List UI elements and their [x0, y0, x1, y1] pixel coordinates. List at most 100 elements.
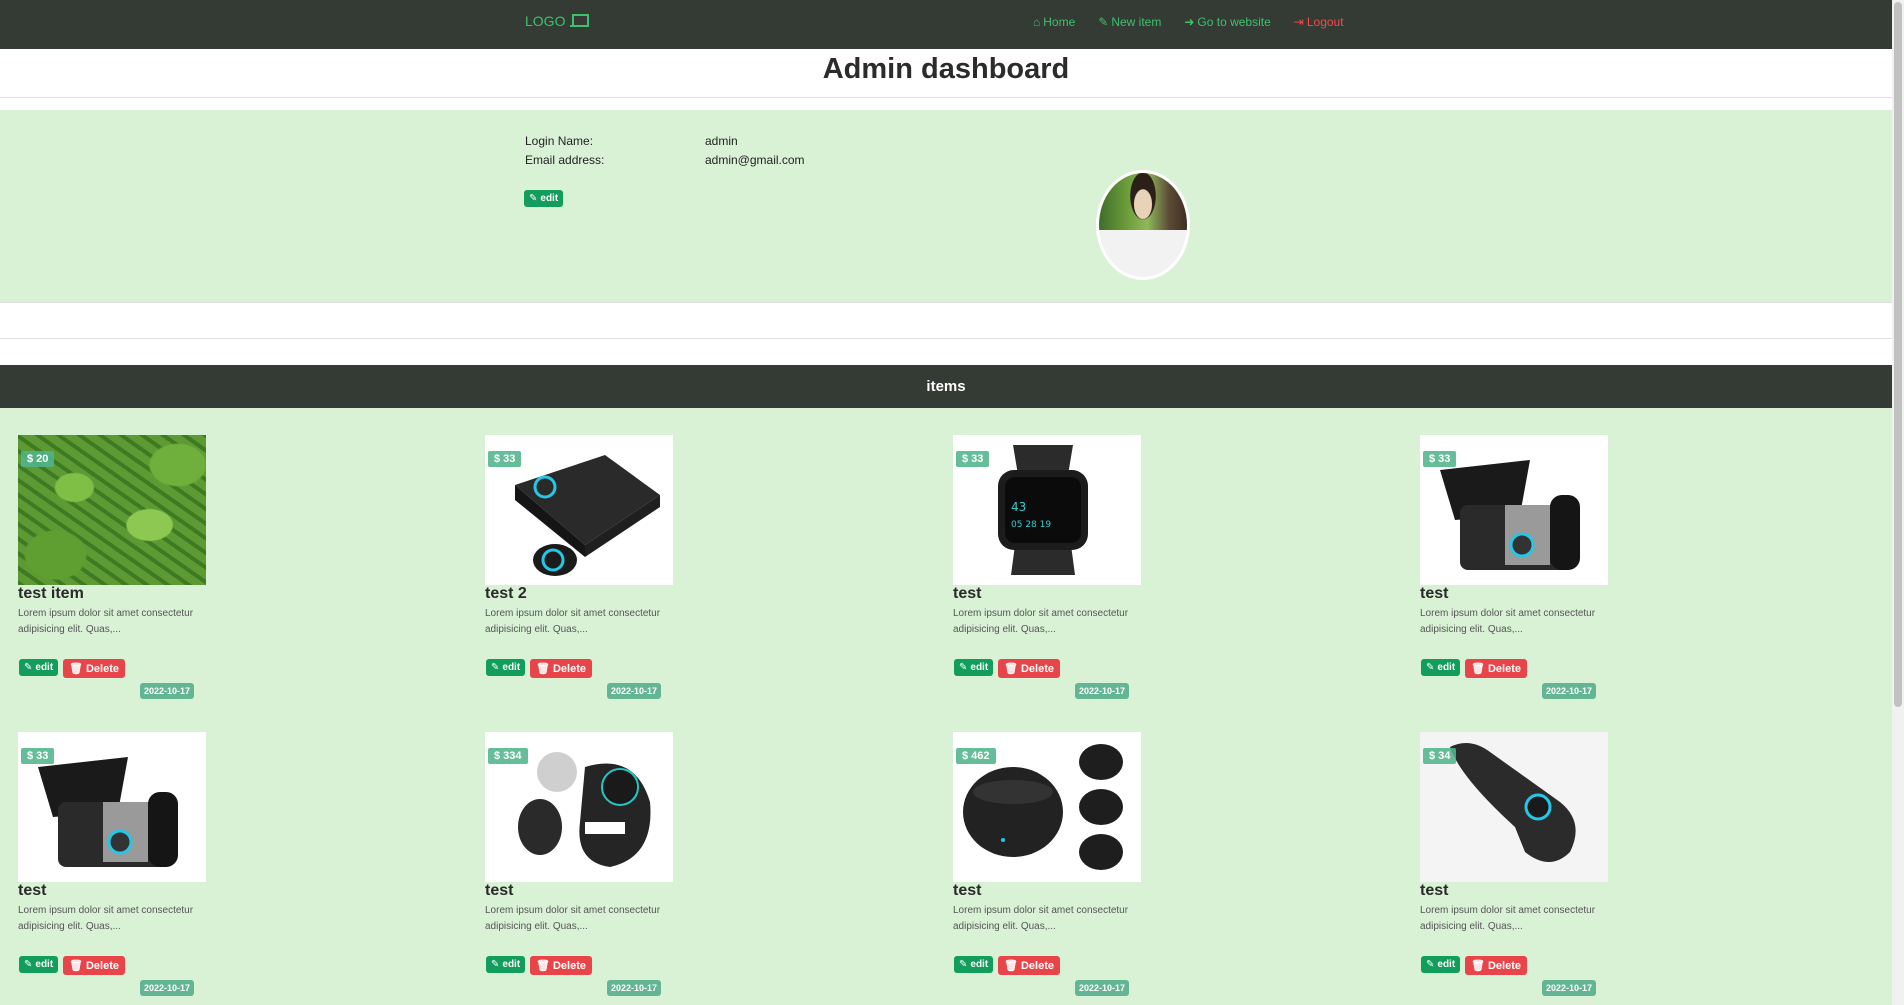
trash-icon: 🗑 — [69, 960, 83, 972]
date-badge: 2022-10-17 — [140, 980, 195, 996]
nav-home[interactable]: ⌂ Home — [1033, 15, 1075, 29]
page: LOGO ⌂ Home ✎ New item ➜ Go to website ⇥… — [0, 0, 1904, 1005]
edit-icon: ✎ — [959, 959, 968, 970]
item-title: test — [1420, 882, 1449, 899]
logo-text: LOGO — [525, 13, 566, 29]
item-edit-label: edit — [1437, 959, 1456, 970]
item-delete-button[interactable]: 🗑 Delete — [1465, 659, 1527, 678]
item-delete-label: Delete — [1487, 662, 1521, 675]
item-delete-label: Delete — [1020, 959, 1054, 972]
edit-icon: ✎ — [491, 662, 500, 673]
edit-icon: ✎ — [1426, 662, 1435, 673]
scrollbar[interactable] — [1892, 0, 1904, 1005]
price-badge: $ 20 — [21, 451, 55, 467]
edit-icon: ✎ — [1426, 959, 1435, 970]
date-badge: 2022-10-17 — [1542, 980, 1597, 996]
date-badge: 2022-10-17 — [607, 683, 662, 699]
price-badge: $ 33 — [488, 451, 522, 467]
item-edit-button[interactable]: ✎ edit — [486, 956, 526, 973]
item-edit-button[interactable]: ✎ edit — [954, 659, 994, 676]
nav-menu: ⌂ Home ✎ New item ➜ Go to website ⇥ Logo… — [1033, 15, 1344, 29]
item-card: 43 05 28 19 $ 33 test Lorem ipsum dolor … — [953, 435, 1313, 725]
item-delete-button[interactable]: 🗑 Delete — [998, 659, 1060, 678]
profile-panel: Login Name: admin Email address: admin@g… — [0, 110, 1892, 302]
item-image[interactable]: $ 334 — [485, 732, 673, 882]
price-badge: $ 334 — [488, 748, 528, 764]
item-delete-button[interactable]: 🗑 Delete — [63, 659, 125, 678]
trash-icon: 🗑 — [69, 663, 83, 675]
item-card: $ 462 test Lorem ipsum dolor sit amet co… — [953, 732, 1313, 1005]
edit-icon: ✎ — [529, 193, 538, 204]
price-badge: $ 33 — [21, 748, 55, 764]
item-edit-button[interactable]: ✎ edit — [19, 956, 59, 973]
item-edit-label: edit — [35, 959, 54, 970]
item-edit-button[interactable]: ✎ edit — [1421, 956, 1461, 973]
item-delete-button[interactable]: 🗑 Delete — [530, 659, 592, 678]
item-delete-button[interactable]: 🗑 Delete — [63, 956, 125, 975]
item-title: test — [485, 882, 514, 899]
item-title: test — [953, 882, 982, 899]
item-description: Lorem ipsum dolor sit amet consectetur a… — [485, 905, 661, 932]
item-edit-label: edit — [1437, 662, 1456, 673]
item-edit-button[interactable]: ✎ edit — [19, 659, 59, 676]
item-image[interactable]: $ 20 — [18, 435, 206, 585]
item-delete-button[interactable]: 🗑 Delete — [998, 956, 1060, 975]
item-image[interactable]: 43 05 28 19 $ 33 — [953, 435, 1141, 585]
item-description: Lorem ipsum dolor sit amet consectetur a… — [953, 905, 1129, 932]
item-card: $ 33 test Lorem ipsum dolor sit amet con… — [18, 732, 378, 1005]
item-description: Lorem ipsum dolor sit amet consectetur a… — [1420, 905, 1596, 932]
item-image[interactable]: $ 33 — [1420, 435, 1608, 585]
item-card: $ 334 test Lorem ipsum dolor sit amet co… — [485, 732, 845, 1005]
login-label: Login Name: — [525, 134, 594, 148]
item-edit-label: edit — [970, 662, 989, 673]
edit-icon: ✎ — [491, 959, 500, 970]
item-title: test item — [18, 585, 84, 602]
item-edit-button[interactable]: ✎ edit — [954, 956, 994, 973]
avatar — [1096, 170, 1190, 280]
item-image[interactable]: $ 33 — [18, 732, 206, 882]
item-edit-label: edit — [970, 959, 989, 970]
item-description: Lorem ipsum dolor sit amet consectetur a… — [1420, 608, 1596, 635]
scrollbar-thumb[interactable] — [1894, 2, 1902, 707]
trash-icon: 🗑 — [1471, 960, 1485, 972]
nav-new-item[interactable]: ✎ New item — [1098, 15, 1161, 29]
item-delete-label: Delete — [85, 959, 119, 972]
pencil-icon: ✎ — [1098, 15, 1109, 29]
item-delete-label: Delete — [85, 662, 119, 675]
price-badge: $ 462 — [956, 748, 996, 764]
nav-new-item-label: New item — [1111, 15, 1162, 29]
nav-logout-label: Logout — [1306, 15, 1344, 29]
login-value: admin — [705, 134, 738, 148]
item-delete-label: Delete — [1020, 662, 1054, 675]
price-badge: $ 33 — [956, 451, 990, 467]
date-badge: 2022-10-17 — [1542, 683, 1597, 699]
email-value: admin@gmail.com — [705, 153, 805, 167]
item-description: Lorem ipsum dolor sit amet consectetur a… — [953, 608, 1129, 635]
nav-logout[interactable]: ⇥ Logout — [1294, 15, 1344, 29]
item-edit-button[interactable]: ✎ edit — [1421, 659, 1461, 676]
divider — [0, 338, 1892, 339]
profile-edit-label: edit — [540, 193, 559, 204]
item-card: $ 33 test 2 Lorem ipsum dolor sit amet c… — [485, 435, 845, 725]
item-image[interactable]: $ 33 — [485, 435, 673, 585]
item-description: Lorem ipsum dolor sit amet consectetur a… — [18, 608, 194, 635]
date-badge: 2022-10-17 — [1075, 683, 1130, 699]
item-image[interactable]: $ 34 — [1420, 732, 1608, 882]
date-badge: 2022-10-17 — [1075, 980, 1130, 996]
item-edit-label: edit — [502, 959, 521, 970]
item-delete-button[interactable]: 🗑 Delete — [530, 956, 592, 975]
logo[interactable]: LOGO — [525, 13, 590, 29]
item-title: test — [1420, 585, 1449, 602]
item-card: $ 34 test Lorem ipsum dolor sit amet con… — [1420, 732, 1780, 1005]
svg-text:05 28 19: 05 28 19 — [1011, 520, 1051, 530]
nav-go-to-website[interactable]: ➜ Go to website — [1184, 15, 1270, 29]
profile-edit-button[interactable]: ✎ edit — [524, 190, 564, 207]
item-edit-button[interactable]: ✎ edit — [486, 659, 526, 676]
item-card: $ 33 test Lorem ipsum dolor sit amet con… — [1420, 435, 1780, 725]
item-delete-button[interactable]: 🗑 Delete — [1465, 956, 1527, 975]
item-image[interactable]: $ 462 — [953, 732, 1141, 882]
item-card: $ 20 test item Lorem ipsum dolor sit ame… — [18, 435, 378, 725]
nav-go-to-website-label: Go to website — [1197, 15, 1271, 29]
trash-icon: 🗑 — [536, 960, 550, 972]
items-header: items — [0, 365, 1892, 408]
